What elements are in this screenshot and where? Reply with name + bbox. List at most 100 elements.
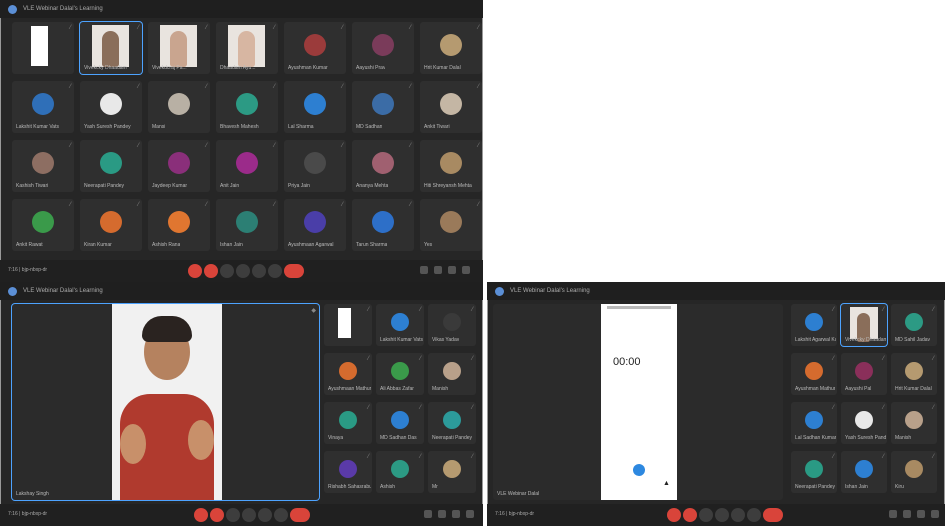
avatar-initials bbox=[443, 411, 461, 429]
participant-tile[interactable]: ⁄ Neerapati Pandey bbox=[428, 402, 476, 444]
share-screen-button[interactable] bbox=[220, 264, 234, 278]
participant-tile[interactable]: ⁄ Ashish Rana bbox=[148, 199, 210, 251]
participant-tile[interactable]: ⁄ Lakshit Kumar Vats bbox=[376, 304, 424, 346]
people-icon[interactable] bbox=[903, 510, 911, 518]
avatar-initials bbox=[236, 152, 258, 174]
participant-tile[interactable]: ⁄ Yash Suresh Pandey bbox=[80, 81, 142, 133]
participant-tile[interactable]: ⁄ bbox=[12, 22, 74, 74]
participant-tile[interactable]: ⁄ Lakshit Agarwal Kumar bbox=[791, 304, 837, 346]
participant-tile[interactable]: ⁄ Hrit Kumar Dalal bbox=[891, 353, 937, 395]
participant-tile[interactable]: ⁄ Kiru bbox=[891, 451, 937, 493]
main-speaker-tile[interactable]: Lakshay Singh ◆ bbox=[12, 304, 319, 500]
activities-icon[interactable] bbox=[466, 510, 474, 518]
more-options-button[interactable] bbox=[747, 508, 761, 522]
participant-tile[interactable]: ⁄ Neerapati Pandey bbox=[80, 140, 142, 192]
participant-tile[interactable]: ⁄ Vikas Yadav bbox=[428, 304, 476, 346]
participant-tile[interactable]: ⁄ Aayushi Pal bbox=[841, 353, 887, 395]
raise-hand-button[interactable] bbox=[242, 508, 256, 522]
more-options-button[interactable] bbox=[274, 508, 288, 522]
participant-tile[interactable]: ⁄ Bhavesh Mahesh bbox=[216, 81, 278, 133]
mic-muted-icon: ⁄ bbox=[832, 454, 834, 460]
participant-tile[interactable]: ⁄ Neerapati Pandey bbox=[791, 451, 837, 493]
info-icon[interactable] bbox=[424, 510, 432, 518]
participant-tile[interactable]: ⁄ Mansi bbox=[148, 81, 210, 133]
participant-tile[interactable]: ⁄ Vivekdcraj Pa... bbox=[148, 22, 210, 74]
participant-tile[interactable]: ⁄ Vivekcky Dhaadam bbox=[841, 304, 887, 346]
participant-tile[interactable]: ⁄ Kashish Tiwari bbox=[12, 140, 74, 192]
mic-off-button[interactable] bbox=[194, 508, 208, 522]
participant-tile[interactable]: ⁄ MD Sahil Jadav bbox=[891, 304, 937, 346]
participant-tile[interactable]: ⁄ Lal Sadhan Kumar bbox=[791, 402, 837, 444]
captions-button[interactable] bbox=[258, 508, 272, 522]
raise-hand-button[interactable] bbox=[236, 264, 250, 278]
participant-tile[interactable]: ⁄ Rishabh Sahasrabuddhe bbox=[324, 451, 372, 493]
participant-tile[interactable]: ⁄ Ashish bbox=[376, 451, 424, 493]
participant-tile[interactable]: ⁄ Mr bbox=[428, 451, 476, 493]
participant-tile[interactable]: ⁄ Vinaya bbox=[324, 402, 372, 444]
chevron-up-icon[interactable]: ▲ bbox=[663, 480, 670, 487]
participant-name: Ankit Tiwari bbox=[424, 124, 450, 130]
participant-tile[interactable]: ⁄ Tarun Sharma bbox=[352, 199, 414, 251]
mic-off-button[interactable] bbox=[188, 264, 202, 278]
participant-tile[interactable]: ⁄ MD Sadhan bbox=[352, 81, 414, 133]
camera-off-button[interactable] bbox=[204, 264, 218, 278]
participant-tile[interactable]: ⁄ bbox=[324, 304, 372, 346]
mic-off-button[interactable] bbox=[667, 508, 681, 522]
camera-off-button[interactable] bbox=[210, 508, 224, 522]
participant-tile[interactable]: ⁄ MD Sadhan Das bbox=[376, 402, 424, 444]
participant-tile[interactable]: ⁄ Ayushmaan Agarwal bbox=[284, 199, 346, 251]
participant-tile[interactable]: ⁄ Ankit Rawat bbox=[12, 199, 74, 251]
participant-tile[interactable]: ⁄ Hrit Kumar Dalal bbox=[420, 22, 482, 74]
stopwatch-start-button[interactable] bbox=[633, 464, 645, 476]
participant-tile[interactable]: ⁄ Ananya Mehta bbox=[352, 140, 414, 192]
chat-icon[interactable] bbox=[917, 510, 925, 518]
pin-icon[interactable]: ◆ bbox=[311, 307, 316, 314]
participant-tile[interactable]: ⁄ Manish bbox=[891, 402, 937, 444]
chat-icon[interactable] bbox=[448, 266, 456, 274]
more-options-button[interactable] bbox=[268, 264, 282, 278]
mic-muted-icon: ⁄ bbox=[367, 307, 369, 313]
end-call-button[interactable] bbox=[763, 508, 783, 522]
participant-tile[interactable]: ⁄ Ayushman Kumar bbox=[284, 22, 346, 74]
participant-tile[interactable]: ⁄ Jaydeep Kumar bbox=[148, 140, 210, 192]
participant-tile[interactable]: ⁄ Priya Jain bbox=[284, 140, 346, 192]
participant-tile[interactable]: ⁄ Lal Sharma bbox=[284, 81, 346, 133]
participant-tile[interactable]: ⁄ Kiran Kumar bbox=[80, 199, 142, 251]
captions-button[interactable] bbox=[731, 508, 745, 522]
end-call-button[interactable] bbox=[290, 508, 310, 522]
participant-name: Vikas Yadav bbox=[432, 337, 460, 343]
window-title: VLE Webinar Dalal's Learning bbox=[23, 6, 103, 12]
participant-tile[interactable]: ⁄ Yash Suresh Pandey bbox=[841, 402, 887, 444]
info-icon[interactable] bbox=[420, 266, 428, 274]
participant-tile[interactable]: ⁄ Ayushmaan Mathur bbox=[324, 353, 372, 395]
participant-tile[interactable]: ⁄ Ishan Jain bbox=[216, 199, 278, 251]
participant-tile[interactable]: ⁄ Ishan Jain bbox=[841, 451, 887, 493]
participant-name: Neerapati Pandey bbox=[795, 484, 836, 490]
participant-tile[interactable]: ⁄ Ayushman Mathur bbox=[791, 353, 837, 395]
end-call-button[interactable] bbox=[284, 264, 304, 278]
participant-tile[interactable]: ⁄ Ankit Tiwari bbox=[420, 81, 482, 133]
activities-icon[interactable] bbox=[462, 266, 470, 274]
shared-screen-tile[interactable]: 00:00 ▲ VLE Webinar Dalal bbox=[493, 304, 783, 500]
camera-off-button[interactable] bbox=[683, 508, 697, 522]
chat-icon[interactable] bbox=[452, 510, 460, 518]
activities-icon[interactable] bbox=[931, 510, 939, 518]
raise-hand-button[interactable] bbox=[715, 508, 729, 522]
people-icon[interactable] bbox=[434, 266, 442, 274]
participant-tile[interactable]: ⁄ Vivekcky Dhaadam bbox=[80, 22, 142, 74]
share-screen-button[interactable] bbox=[699, 508, 713, 522]
share-screen-button[interactable] bbox=[226, 508, 240, 522]
participant-tile[interactable]: ⁄ Anit Jain bbox=[216, 140, 278, 192]
participant-tile[interactable]: ⁄ Ali Abbas Zafar bbox=[376, 353, 424, 395]
participant-tile[interactable]: ⁄ Lakshit Kumar Vats bbox=[12, 81, 74, 133]
captions-button[interactable] bbox=[252, 264, 266, 278]
participant-name: Ayushman Kumar bbox=[288, 65, 328, 71]
person-silhouette bbox=[102, 31, 119, 67]
participant-tile[interactable]: ⁄ Manish bbox=[428, 353, 476, 395]
participant-tile[interactable]: ⁄ Yes bbox=[420, 199, 482, 251]
participant-tile[interactable]: ⁄ Aayushi Prav bbox=[352, 22, 414, 74]
participant-tile[interactable]: ⁄ Hiti Shreyansh Mehta bbox=[420, 140, 482, 192]
people-icon[interactable] bbox=[438, 510, 446, 518]
participant-tile[interactable]: ⁄ Dhaadam Ayu... bbox=[216, 22, 278, 74]
info-icon[interactable] bbox=[889, 510, 897, 518]
